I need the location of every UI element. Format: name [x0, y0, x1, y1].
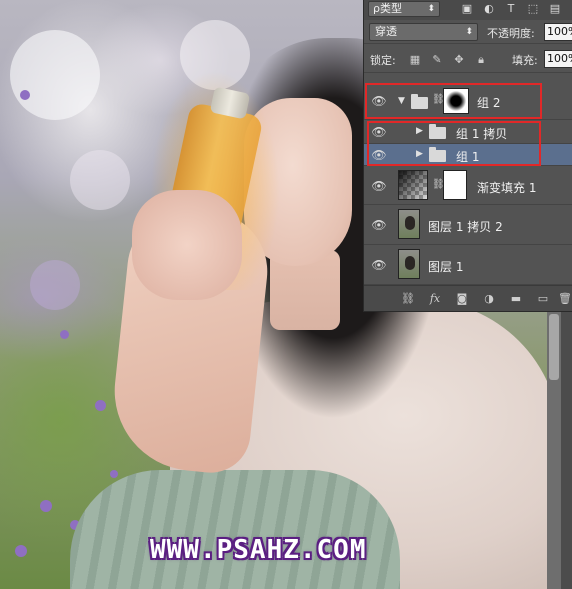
layer-filter-row: ρ类型 ⬍ ▣ ◐ T ⬚ ▤ — [364, 0, 572, 20]
pants — [70, 470, 400, 589]
panel-scrollbar[interactable] — [547, 312, 561, 589]
link-layers-icon[interactable]: ⛓︎ — [400, 291, 416, 307]
trash-icon[interactable]: 🗑︎ — [557, 291, 572, 307]
scrollbar-thumb[interactable] — [549, 314, 559, 380]
lock-image-pixels-icon[interactable]: ✎ — [430, 53, 444, 67]
add-mask-icon[interactable]: ◙ — [454, 291, 470, 307]
fill-input[interactable]: 100% — [544, 50, 572, 68]
highlight-box-group1 — [367, 121, 541, 166]
watermark-text: WWW.PSAHZ.COM — [150, 535, 367, 565]
lock-transparent-pixels-icon[interactable]: ▦ — [408, 53, 422, 67]
smart-object-filter-icon[interactable]: ▤ — [548, 2, 562, 16]
highlight-box-group2 — [365, 83, 542, 119]
hands — [132, 190, 242, 300]
eye-visibility-icon[interactable]: 👁︎ — [371, 180, 387, 192]
chevron-updown-icon: ⬍ — [427, 4, 435, 14]
chevron-updown-icon: ⬍ — [465, 27, 473, 37]
layer-name: 渐变填充 1 — [477, 181, 537, 195]
lock-label: 锁定: — [370, 54, 396, 67]
layer-row[interactable]: 👁︎ ⛓︎ 渐变填充 1 — [364, 166, 572, 205]
panel-edge — [561, 312, 572, 589]
eye-visibility-icon[interactable]: 👁︎ — [371, 259, 387, 271]
new-layer-icon[interactable]: ▭ — [535, 291, 551, 307]
layers-bottom-toolbar: ⛓︎ fx ◙ ◑ ▬ ▭ 🗑︎ — [364, 285, 572, 311]
filter-kind-label: ρ类型 — [373, 2, 402, 15]
shape-filter-icon[interactable]: ⬚ — [526, 2, 540, 16]
eye-visibility-icon[interactable]: 👁︎ — [371, 219, 387, 231]
layer-name: 图层 1 — [428, 260, 464, 274]
adjustment-filter-icon[interactable]: ◐ — [482, 2, 496, 16]
lock-row: 锁定: ▦ ✎ ✥ 🔒︎ 填充: 100% — [364, 45, 572, 73]
layer-row[interactable]: 👁︎ 图层 1 — [364, 245, 572, 285]
lock-position-icon[interactable]: ✥ — [452, 53, 466, 67]
layer-name: 图层 1 拷贝 2 — [428, 220, 503, 234]
filter-kind-select[interactable]: ρ类型 ⬍ — [368, 1, 440, 17]
opacity-label: 不透明度: — [487, 27, 535, 40]
layer-mask-thumbnail[interactable] — [443, 170, 467, 200]
adjustment-layer-icon[interactable]: ◑ — [481, 291, 497, 307]
gradient-fill-thumbnail[interactable] — [398, 170, 428, 200]
lock-all-icon[interactable]: 🔒︎ — [474, 53, 488, 67]
blend-mode-select[interactable]: 穿透 ⬍ — [369, 23, 478, 41]
layer-thumbnail[interactable] — [398, 249, 420, 279]
image-filter-icon[interactable]: ▣ — [460, 2, 474, 16]
opacity-input[interactable]: 100% — [544, 23, 572, 41]
new-group-folder-icon[interactable]: ▬ — [508, 291, 524, 307]
layer-row[interactable]: 👁︎ 图层 1 拷贝 2 — [364, 205, 572, 245]
fx-layer-style-icon[interactable]: fx — [427, 291, 443, 307]
blend-row: 穿透 ⬍ 不透明度: 100% — [364, 20, 572, 44]
fill-label: 填充: — [512, 54, 538, 67]
blend-mode-value: 穿透 — [375, 25, 397, 38]
type-filter-icon[interactable]: T — [504, 2, 518, 16]
layer-thumbnail[interactable] — [398, 209, 420, 239]
